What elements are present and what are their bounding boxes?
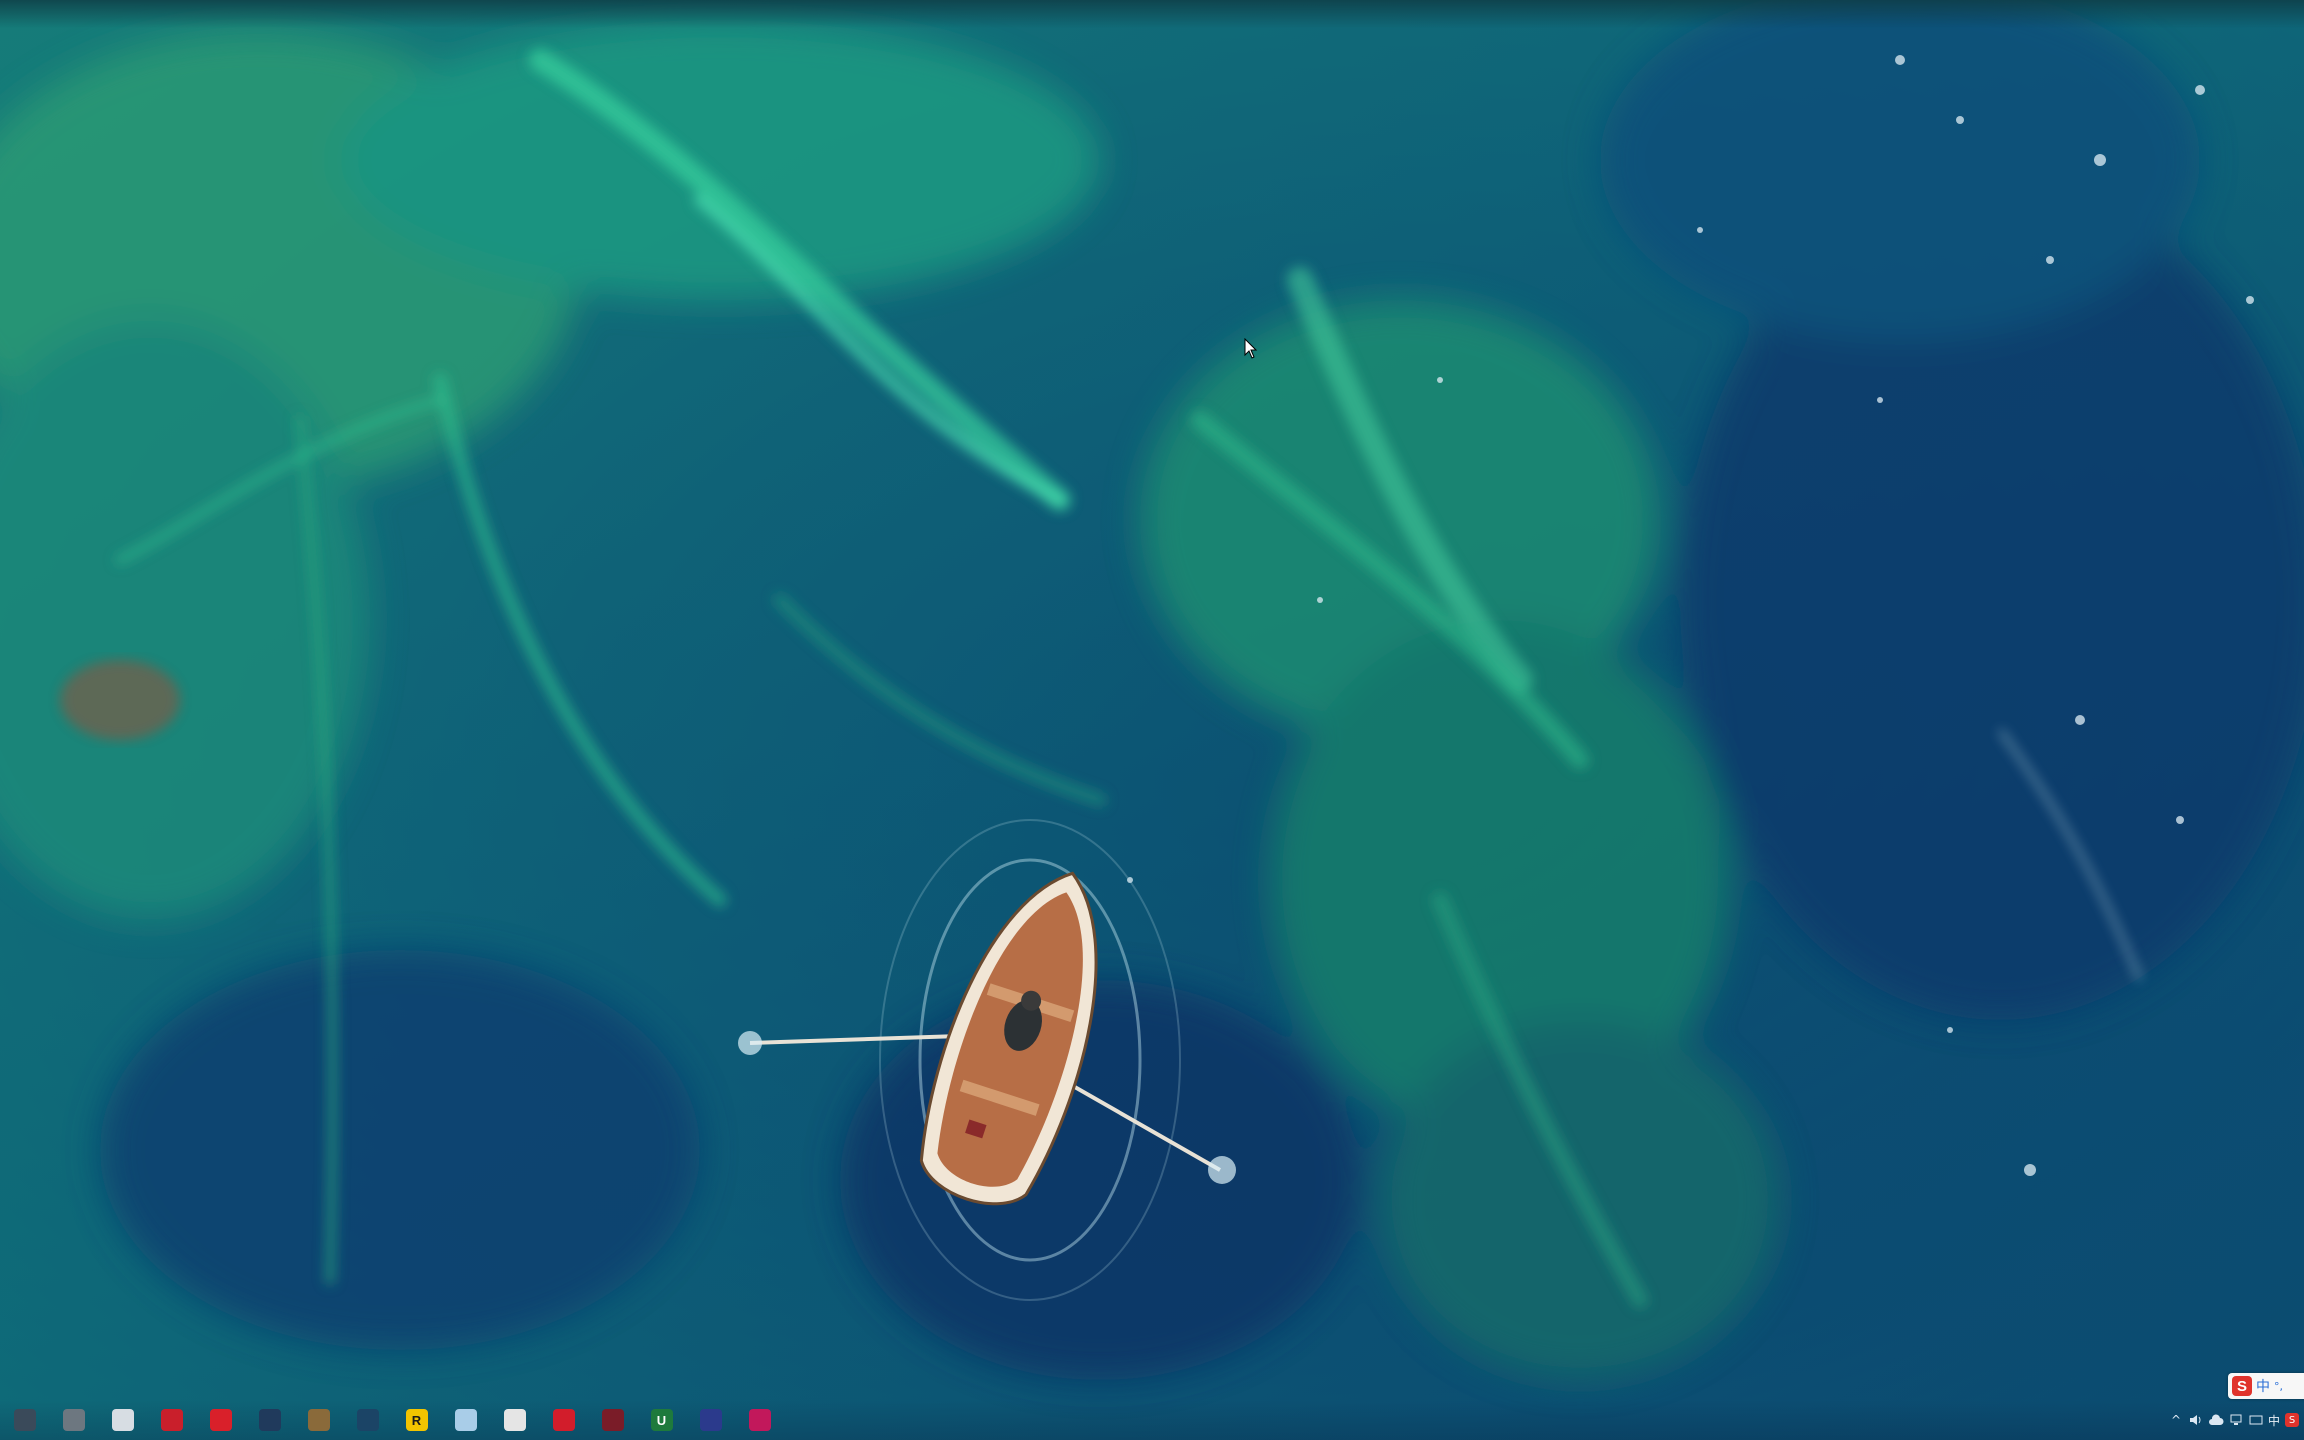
app-icon-3[interactable] (98, 1400, 147, 1440)
sogou-ime-logo[interactable]: S (2232, 1376, 2252, 1396)
app-icon-2-glyph-icon (62, 1409, 85, 1431)
desktop-wallpaper (0, 0, 2304, 1440)
ime-status-bar[interactable]: S 中 °, (2228, 1373, 2304, 1399)
netease-music-icon[interactable] (196, 1400, 245, 1440)
netease-music-glyph-icon (209, 1409, 232, 1431)
ime-punctuation-toggle[interactable]: °, (2274, 1380, 2283, 1393)
app-icon-4[interactable] (147, 1400, 196, 1440)
app-icon-16-glyph-icon (748, 1409, 771, 1431)
app-icon-4-glyph-icon (160, 1409, 183, 1431)
app-icon-14[interactable]: U (637, 1400, 686, 1440)
show-hidden-icons-chevron-icon[interactable]: ^ (2168, 1412, 2184, 1428)
app-icon-6[interactable] (245, 1400, 294, 1440)
app-icon-15-glyph-icon (699, 1409, 722, 1431)
app-icon-1[interactable] (0, 1400, 49, 1440)
app-icon-7[interactable] (294, 1400, 343, 1440)
app-icon-13[interactable] (588, 1400, 637, 1440)
chrome-icon[interactable] (490, 1400, 539, 1440)
chrome-glyph-icon (503, 1409, 526, 1431)
app-icon-12-glyph-icon (552, 1409, 575, 1431)
app-icon-12[interactable] (539, 1400, 588, 1440)
sogou-tray-logo: S (2285, 1413, 2299, 1427)
app-icon-13-glyph-icon (601, 1409, 624, 1431)
app-icon-15[interactable] (686, 1400, 735, 1440)
steam-icon[interactable] (343, 1400, 392, 1440)
app-icon-14-glyph-icon: U (650, 1409, 673, 1431)
top-window-edge (0, 0, 2304, 28)
system-tray: ^ 中 S (2168, 1400, 2304, 1440)
taskbar-pinned-apps: RU (0, 1400, 784, 1440)
app-icon-10-glyph-icon (454, 1409, 477, 1431)
mouse-cursor (1244, 338, 1258, 359)
app-icon-9[interactable]: R (392, 1400, 441, 1440)
ime-mode-toggle[interactable]: 中 (2256, 1376, 2270, 1396)
app-icon-10[interactable] (441, 1400, 490, 1440)
taskbar: RU ^ 中 S (0, 1400, 2304, 1440)
app-icon-7-glyph-icon (307, 1409, 330, 1431)
app-icon-1-glyph-icon (13, 1409, 36, 1431)
network-icon[interactable] (2228, 1412, 2244, 1428)
app-icon-9-glyph-icon: R (405, 1409, 428, 1431)
cloud-icon[interactable] (2208, 1412, 2224, 1428)
volume-icon[interactable] (2188, 1412, 2204, 1428)
input-language-indicator[interactable]: 中 (2268, 1412, 2280, 1429)
app-icon-6-glyph-icon (258, 1409, 281, 1431)
steam-glyph-icon (356, 1409, 379, 1431)
sogou-tray-icon[interactable]: S (2284, 1412, 2300, 1428)
app-icon-3-glyph-icon (111, 1409, 134, 1431)
display-icon[interactable] (2248, 1412, 2264, 1428)
app-icon-16[interactable] (735, 1400, 784, 1440)
app-icon-2[interactable] (49, 1400, 98, 1440)
